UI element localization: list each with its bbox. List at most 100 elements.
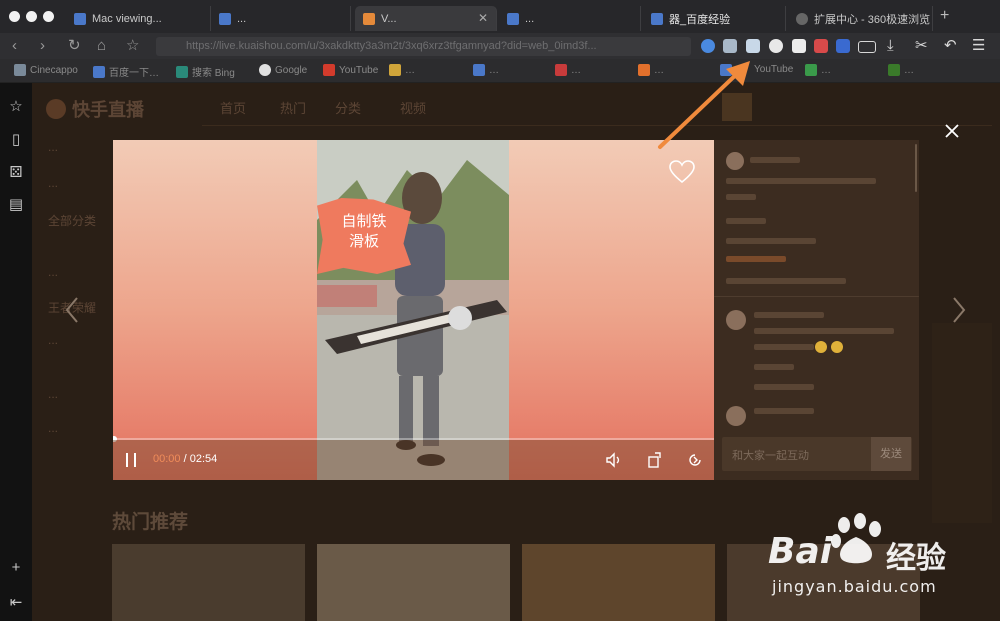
bookmark-item[interactable]: YouTube [323,64,378,76]
watermark-brand: Bai [768,531,833,572]
url-text: https://live.kuaishou.com/u/3xakdktty3a3… [186,40,597,52]
scissors-icon[interactable]: ✂ [915,37,928,55]
home-icon[interactable]: ⌂ [97,37,106,55]
extension-video-sniffer-icon[interactable] [746,39,760,53]
extension-icon[interactable] [723,39,737,53]
left-menu-item[interactable]: ... [48,333,58,347]
window-close-button[interactable] [9,11,20,22]
bookmark-item[interactable]: … [389,64,415,76]
document-icon[interactable]: ▤ [8,195,24,213]
comments-panel: 和大家一起互动 发送 [714,140,919,480]
left-menu-item[interactable]: ... [48,421,58,435]
reload-icon[interactable]: ↻ [68,37,81,55]
back-icon[interactable]: ‹ [12,37,17,55]
extension-icon[interactable] [814,39,828,53]
navigation-bar: ‹ › ↻ ⌂ ☆ https://live.kuaishou.com/u/3x… [0,33,1000,59]
bookmark-item[interactable]: … [555,64,581,76]
send-button[interactable]: 发送 [871,437,911,471]
comment-user-blurred [754,408,814,414]
browser-tab[interactable]: ... [499,6,641,31]
comments-scrollbar[interactable] [915,144,917,192]
battery-icon[interactable] [858,41,876,53]
bookmark-item[interactable]: … [888,64,914,76]
dice-icon[interactable]: ⚄ [8,163,24,181]
menu-icon[interactable]: ☰ [972,37,985,55]
bookmark-item[interactable]: 百度一下… [93,64,159,79]
close-tab-icon[interactable]: ✕ [478,11,488,25]
nav-home[interactable]: 首页 [220,98,246,117]
previous-arrow-icon[interactable] [64,296,80,324]
overlay-badge-text: 自制铁 滑板 [341,213,387,250]
address-bar[interactable]: https://live.kuaishou.com/u/3xakdktty3a3… [156,37,691,56]
left-menu-item[interactable]: ... [48,387,58,401]
replay-icon[interactable] [686,451,704,469]
commenter-avatar[interactable] [726,406,746,426]
browser-tab[interactable]: Mac viewing... [66,6,211,31]
window-minimize-button[interactable] [26,11,37,22]
tab-favicon-icon [651,12,663,25]
nav-category[interactable]: 分类 [335,98,361,117]
bookmark-item[interactable]: Google [259,64,307,76]
collapse-sidebar-icon[interactable]: ⇤ [8,593,24,611]
commenter-avatar[interactable] [726,310,746,330]
video-thumbnail[interactable] [317,544,510,621]
pause-icon[interactable] [125,453,139,467]
window-zoom-button[interactable] [43,11,54,22]
favorites-star-icon[interactable]: ☆ [8,97,24,115]
emoji-icon [815,341,827,353]
baidu-paw-icon [831,513,881,564]
extension-icon[interactable] [792,39,806,53]
tab-favicon-icon [74,12,86,25]
close-icon[interactable] [944,123,960,139]
annotation-arrow-icon [658,61,750,149]
watermark-brand-cn: 经验 [886,541,946,576]
bookmark-item[interactable]: … [473,64,499,76]
left-menu-item[interactable]: ... [48,265,58,279]
video-thumbnail[interactable] [112,544,305,621]
extension-icon[interactable] [769,39,783,53]
download-app-link[interactable] [726,256,786,262]
extension-icon[interactable] [836,39,850,53]
emoji-icon [831,341,843,353]
rotate-icon[interactable] [646,451,664,469]
left-menu-item[interactable]: 全部分类 [48,212,96,229]
forward-icon[interactable]: › [40,37,45,55]
nav-video[interactable]: 视频 [400,98,426,117]
time-separator: / [183,453,187,465]
author-name-blurred [750,157,800,163]
browser-tab[interactable]: 器_百度经验 [643,6,786,31]
undo-icon[interactable]: ↶ [944,37,957,55]
video-player[interactable]: 自制铁 滑板 00:00 / 02:54 [113,140,714,480]
comment-meta-blurred [754,364,794,370]
tab-favicon-icon [796,12,808,25]
browser-tab[interactable]: 扩展中心 - 360极速浏览 [788,6,933,31]
volume-icon[interactable] [605,451,623,469]
add-icon[interactable]: + [8,559,24,576]
download-icon[interactable]: ⤓ [887,37,894,55]
bookmark-icon [473,64,485,76]
bookmark-item[interactable]: 搜索 Bing [176,64,235,79]
extension-icon[interactable] [701,39,715,53]
like-heart-icon[interactable] [668,158,696,186]
star-icon[interactable]: ☆ [126,37,139,55]
tab-favicon-icon [363,12,375,25]
comment-input-placeholder: 和大家一起互动 [732,450,809,462]
bookmark-item[interactable]: … [805,64,831,76]
browser-tab-active[interactable]: V... ✕ [355,6,497,31]
browser-tab[interactable]: ... [211,6,351,31]
reading-book-icon[interactable]: ▯ [8,130,24,148]
new-tab-button[interactable]: + [940,7,949,25]
bookmark-item[interactable]: Cinecappo [14,64,78,76]
description-blurred [726,178,876,184]
video-thumbnail[interactable] [522,544,715,621]
left-menu-item[interactable]: ... [48,140,58,154]
site-logo[interactable]: 快手直播 [46,96,144,122]
bookmark-icon [389,64,401,76]
stats-blurred [726,278,846,284]
nav-hot[interactable]: 热门 [280,98,306,117]
next-arrow-icon[interactable] [951,296,967,324]
duration-time: 02:54 [189,453,218,465]
left-menu-item[interactable]: ... [48,176,58,190]
video-frame[interactable]: 自制铁 滑板 [317,140,509,480]
google-icon [259,64,271,76]
